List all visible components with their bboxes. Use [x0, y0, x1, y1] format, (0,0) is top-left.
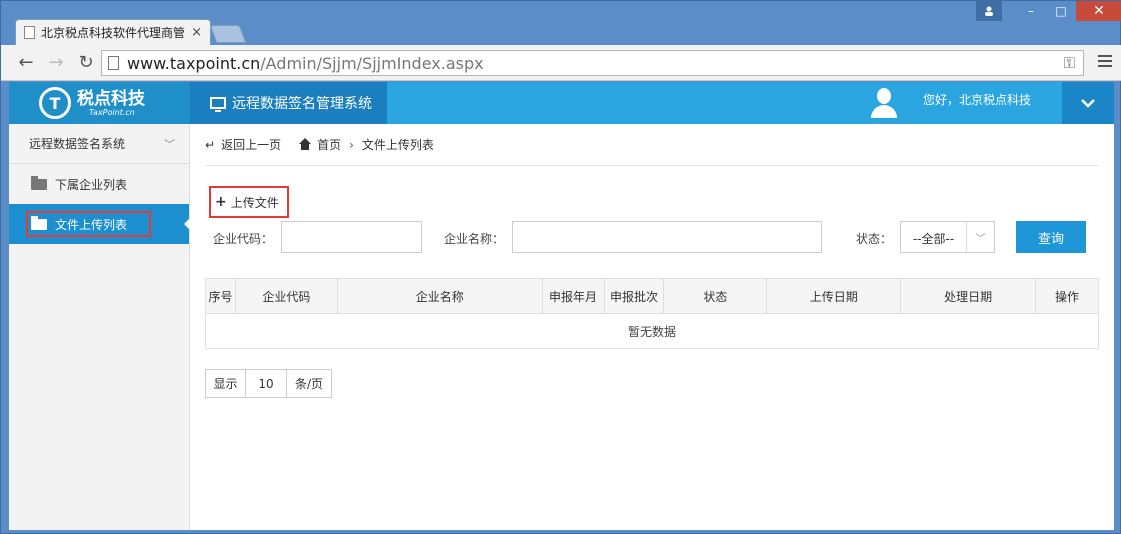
col-process-date[interactable]: 处理日期	[900, 278, 1036, 314]
browser-toolbar: ← → ↻ www.taxpoint.cn/Admin/Sjjm/SjjmInd…	[1, 45, 1121, 81]
browser-window: 北京税点科技软件代理商管 × – □ ✕ ← → ↻ www.taxpoint.…	[0, 0, 1121, 534]
maximize-button[interactable]: □	[1046, 1, 1076, 21]
page-size-label: 显示	[206, 370, 246, 397]
reload-icon[interactable]: ↻	[73, 52, 99, 73]
query-button[interactable]: 查询	[1016, 221, 1086, 253]
address-bar[interactable]: www.taxpoint.cn/Admin/Sjjm/SjjmIndex.asp…	[101, 50, 1084, 76]
page-size-unit: 条/页	[294, 377, 324, 391]
browser-menu-icon[interactable]	[1098, 55, 1112, 70]
col-company-name[interactable]: 企业名称	[336, 278, 543, 314]
sidebar-item-uploads[interactable]: 文件上传列表	[9, 204, 190, 244]
home-icon	[299, 137, 312, 150]
sidebar: 远程数据签名系统 ﹀ 下属企业列表 文件上传列表	[9, 124, 190, 530]
company-code-label: 企业代码：	[213, 232, 274, 246]
upload-table: 序号 企业代码 企业名称 申报年月 申报批次 状态 上传日期 处理日期 操作 暂…	[205, 278, 1099, 349]
upload-label: 上传文件	[230, 195, 279, 210]
key-icon[interactable]: ⚿	[1064, 54, 1075, 72]
back-link[interactable]: ↵ 返回上一页	[205, 136, 281, 153]
table-header-row: 序号 企业代码 企业名称 申报年月 申报批次 状态 上传日期 处理日期 操作	[205, 278, 1099, 314]
logo[interactable]: T 税点科技 TaxPoint.cn	[9, 82, 190, 124]
back-arrow-icon[interactable]: ←	[13, 52, 39, 73]
breadcrumb-current: 文件上传列表	[361, 138, 434, 152]
col-status[interactable]: 状态	[663, 278, 768, 314]
status-value: --全部--	[912, 231, 955, 246]
profile-icon[interactable]	[976, 1, 1002, 21]
return-icon: ↵	[205, 137, 216, 152]
top-bar: T 税点科技 TaxPoint.cn 远程数据签名管理系统 您好，北京税点科技	[9, 82, 1114, 124]
monitor-icon	[210, 97, 226, 112]
minimize-button[interactable]: –	[1016, 1, 1046, 21]
main-content: ↵ 返回上一页 首页 › 文件上传列表 + 上传文件 企业代码： 企业名称： 状…	[205, 124, 1099, 530]
logo-mark: T	[39, 87, 71, 119]
chevron-right-icon: ›	[349, 137, 354, 152]
company-name-input[interactable]	[512, 221, 822, 253]
user-avatar-icon	[871, 88, 897, 118]
document-icon	[108, 56, 119, 70]
browser-tab[interactable]: 北京税点科技软件代理商管 ×	[15, 19, 211, 45]
table-row: 暂无数据	[205, 313, 1099, 349]
home-label: 首页	[317, 138, 342, 152]
system-name[interactable]: 远程数据签名管理系统	[190, 82, 387, 124]
window-controls: – □ ✕	[976, 1, 1121, 21]
chevron-down-icon: ﹀	[966, 222, 994, 252]
col-company-code[interactable]: 企业代码	[234, 278, 338, 314]
close-window-button[interactable]: ✕	[1076, 1, 1121, 21]
url-host: www.taxpoint.cn	[127, 53, 261, 73]
tab-close-icon[interactable]: ×	[191, 25, 202, 40]
status-select[interactable]: --全部-- ﹀	[900, 221, 995, 253]
breadcrumb: ↵ 返回上一页 首页 › 文件上传列表	[205, 124, 1099, 166]
forward-arrow-icon[interactable]: →	[43, 52, 69, 73]
active-indicator	[184, 218, 190, 230]
title-bar: 北京税点科技软件代理商管 × – □ ✕	[1, 1, 1121, 45]
col-period[interactable]: 申报年月	[541, 278, 605, 314]
url-path: /Admin/Sjjm/SjjmIndex.aspx	[260, 53, 484, 73]
chevron-down-icon: ﹀	[164, 138, 175, 151]
user-area[interactable]: 您好，北京税点科技	[871, 82, 1031, 124]
home-link[interactable]: 首页	[299, 136, 341, 153]
page-size-control: 显示 10 条/页	[205, 369, 332, 398]
tab-title: 北京税点科技软件代理商管	[41, 26, 186, 40]
col-batch[interactable]: 申报批次	[603, 278, 665, 314]
plus-icon: +	[215, 194, 227, 210]
status-label: 状态：	[856, 232, 893, 246]
company-name-label: 企业名称：	[444, 232, 505, 246]
upload-file-button[interactable]: + 上传文件	[209, 186, 289, 218]
page-icon	[24, 26, 35, 39]
logo-cn: 税点科技	[77, 88, 145, 109]
chevron-down-icon[interactable]	[1062, 82, 1114, 124]
user-greeting: 您好，北京税点科技	[923, 92, 1032, 107]
new-tab-button[interactable]	[209, 25, 247, 43]
sidebar-item-label: 下属企业列表	[55, 177, 128, 192]
col-upload-date[interactable]: 上传日期	[766, 278, 902, 314]
col-index[interactable]: 序号	[205, 278, 236, 314]
empty-message: 暂无数据	[205, 313, 1099, 349]
page-size-input[interactable]: 10	[246, 370, 287, 397]
system-name-label: 远程数据签名管理系统	[232, 96, 372, 112]
filter-row: 企业代码： 企业名称： 状态： --全部-- ﹀ 查询	[205, 221, 1099, 255]
folder-icon	[31, 175, 47, 190]
company-code-input[interactable]	[281, 221, 422, 253]
sidebar-section-header[interactable]: 远程数据签名系统 ﹀	[9, 124, 189, 164]
sidebar-item-subsidiaries[interactable]: 下属企业列表	[9, 164, 189, 204]
folder-icon	[31, 215, 47, 230]
col-action[interactable]: 操作	[1035, 278, 1099, 314]
app-page: T 税点科技 TaxPoint.cn 远程数据签名管理系统 您好，北京税点科技 …	[9, 82, 1114, 530]
logo-en: TaxPoint.cn	[89, 107, 135, 117]
back-label: 返回上一页	[221, 138, 282, 152]
sidebar-title: 远程数据签名系统	[29, 137, 126, 151]
